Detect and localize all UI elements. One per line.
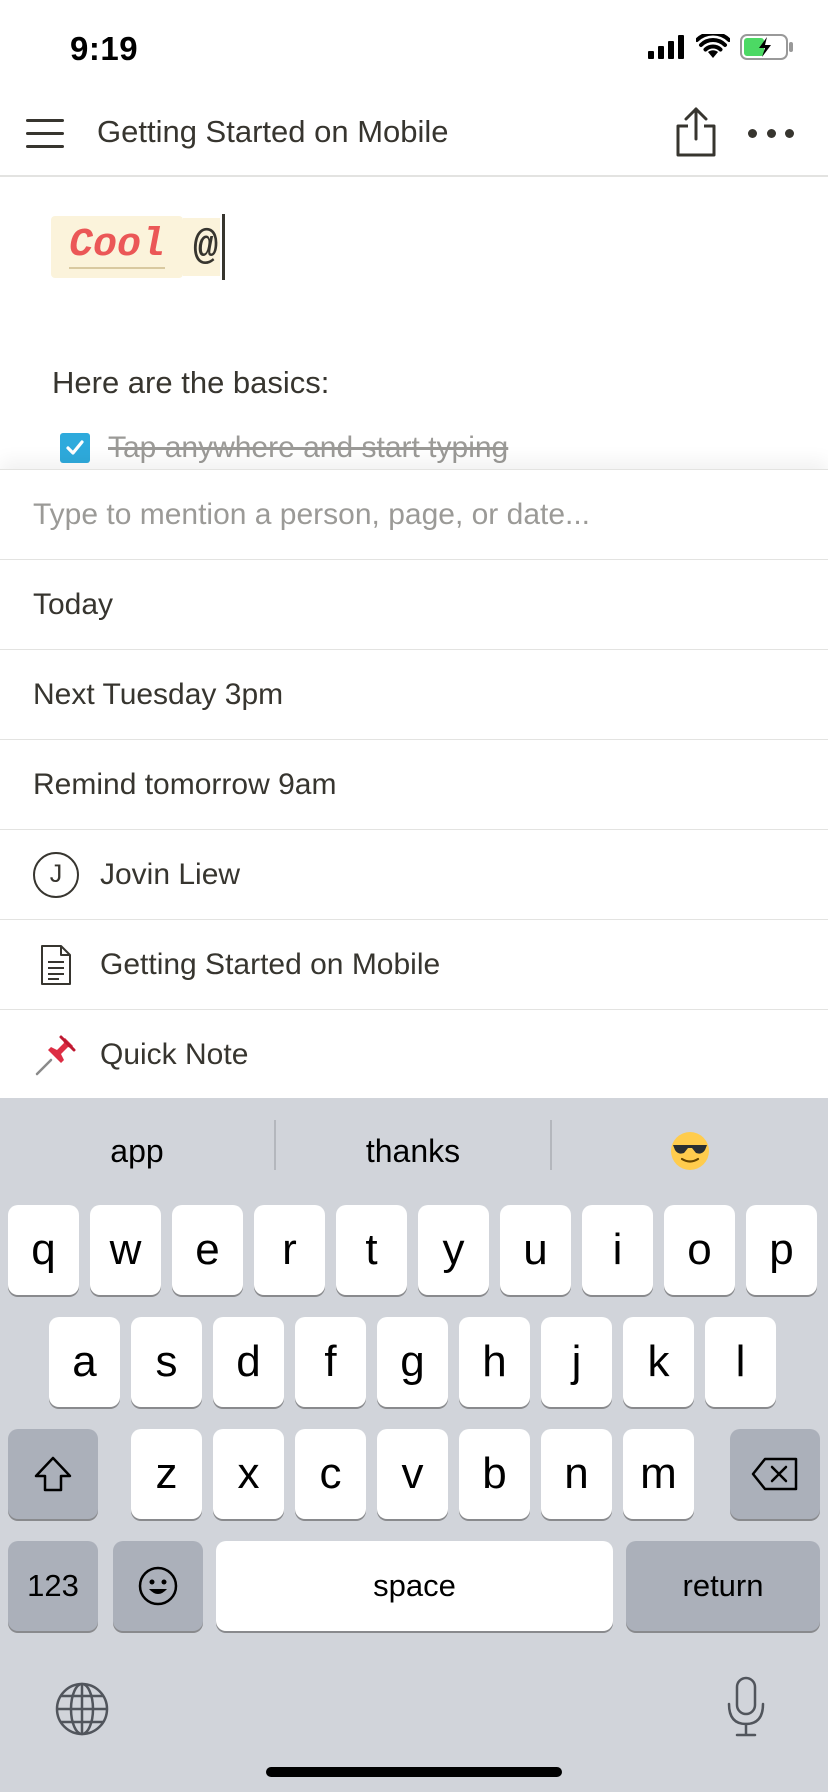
- mention-item-next-tuesday[interactable]: Next Tuesday 3pm: [0, 650, 828, 740]
- status-time: 9:19: [70, 30, 139, 67]
- key-n[interactable]: n: [541, 1429, 612, 1519]
- top-navigation-bar: Getting Started on Mobile: [0, 100, 828, 177]
- document-content[interactable]: Cool @ Here are the basics: Tap anywhere…: [0, 179, 828, 469]
- inline-code-block[interactable]: Cool: [51, 216, 184, 278]
- page-document-icon: [32, 941, 80, 989]
- mention-item-label: Next Tuesday 3pm: [33, 677, 284, 711]
- key-v[interactable]: v: [377, 1429, 448, 1519]
- key-k[interactable]: k: [623, 1317, 694, 1407]
- backspace-icon: [751, 1457, 798, 1491]
- key-o[interactable]: o: [664, 1205, 735, 1295]
- key-x[interactable]: x: [213, 1429, 284, 1519]
- globe-icon[interactable]: [54, 1681, 110, 1742]
- keyboard-suggestions: app thanks: [0, 1098, 828, 1204]
- key-g[interactable]: g: [377, 1317, 448, 1407]
- key-p[interactable]: p: [746, 1205, 817, 1295]
- return-key[interactable]: return: [626, 1541, 820, 1631]
- mention-item-today[interactable]: Today: [0, 560, 828, 650]
- numbers-key[interactable]: 123: [8, 1541, 98, 1631]
- mention-item-label: Quick Note: [100, 1037, 249, 1071]
- key-r[interactable]: r: [254, 1205, 325, 1295]
- key-u[interactable]: u: [500, 1205, 571, 1295]
- basics-text[interactable]: Here are the basics:: [52, 365, 329, 401]
- editing-line[interactable]: Cool @: [51, 214, 226, 280]
- mention-item-label: Jovin Liew: [100, 857, 241, 891]
- mention-menu: Type to mention a person, page, or date.…: [0, 469, 828, 1100]
- person-avatar-icon: J: [32, 851, 80, 899]
- hamburger-menu-icon[interactable]: [26, 117, 64, 149]
- todo-text: Tap anywhere and start typing: [108, 431, 509, 464]
- mention-item-quick-note[interactable]: Quick Note: [0, 1010, 828, 1100]
- avatar: J: [33, 851, 79, 898]
- key-z[interactable]: z: [131, 1429, 202, 1519]
- key-y[interactable]: y: [418, 1205, 489, 1295]
- more-options-icon[interactable]: [748, 126, 794, 140]
- space-key[interactable]: space: [216, 1541, 613, 1631]
- key-f[interactable]: f: [295, 1317, 366, 1407]
- mention-item-label: Today: [33, 587, 114, 621]
- mention-search-placeholder: Type to mention a person, page, or date.…: [33, 497, 591, 531]
- share-icon[interactable]: [673, 106, 719, 158]
- home-indicator: [266, 1767, 562, 1777]
- key-j[interactable]: j: [541, 1317, 612, 1407]
- key-m[interactable]: m: [623, 1429, 694, 1519]
- keyboard: app thanks q w e r t y u i o p a s d f g…: [0, 1098, 828, 1792]
- status-icons: [648, 31, 794, 65]
- mention-trigger: @: [183, 218, 221, 276]
- shift-key[interactable]: [8, 1429, 98, 1519]
- key-a[interactable]: a: [49, 1317, 120, 1407]
- mention-item-label: Getting Started on Mobile: [100, 947, 441, 981]
- suggestion-2[interactable]: thanks: [276, 1098, 550, 1204]
- microphone-icon[interactable]: [725, 1676, 767, 1743]
- backspace-key[interactable]: [730, 1429, 820, 1519]
- sunglasses-emoji-icon: [671, 1132, 709, 1170]
- key-i[interactable]: i: [582, 1205, 653, 1295]
- inline-code-text: Cool: [69, 223, 166, 269]
- text-caret: [222, 214, 226, 280]
- key-b[interactable]: b: [459, 1429, 530, 1519]
- todo-item[interactable]: Tap anywhere and start typing: [60, 431, 508, 465]
- suggestion-3[interactable]: [552, 1098, 828, 1204]
- key-e[interactable]: e: [172, 1205, 243, 1295]
- key-h[interactable]: h: [459, 1317, 530, 1407]
- key-t[interactable]: t: [336, 1205, 407, 1295]
- mention-item-page[interactable]: Getting Started on Mobile: [0, 920, 828, 1010]
- mention-item-label: Remind tomorrow 9am: [33, 767, 337, 801]
- mention-item-reminder[interactable]: Remind tomorrow 9am: [0, 740, 828, 830]
- emoji-key[interactable]: [113, 1541, 203, 1631]
- key-w[interactable]: w: [90, 1205, 161, 1295]
- key-q[interactable]: q: [8, 1205, 79, 1295]
- page-title: Getting Started on Mobile: [97, 114, 449, 149]
- mention-item-person[interactable]: J Jovin Liew: [0, 830, 828, 920]
- cellular-signal-icon: [648, 35, 686, 64]
- emoji-icon: [138, 1566, 178, 1606]
- key-l[interactable]: l: [705, 1317, 776, 1407]
- shift-icon: [34, 1456, 72, 1492]
- key-s[interactable]: s: [131, 1317, 202, 1407]
- pushpin-icon: [32, 1031, 80, 1079]
- checkbox-checked-icon[interactable]: [60, 433, 90, 463]
- mention-search-field[interactable]: Type to mention a person, page, or date.…: [0, 470, 828, 560]
- battery-charging-icon: [740, 34, 794, 65]
- key-d[interactable]: d: [213, 1317, 284, 1407]
- wifi-icon: [695, 31, 731, 65]
- status-bar: 9:19: [0, 0, 828, 100]
- suggestion-1[interactable]: app: [0, 1098, 274, 1204]
- key-c[interactable]: c: [295, 1429, 366, 1519]
